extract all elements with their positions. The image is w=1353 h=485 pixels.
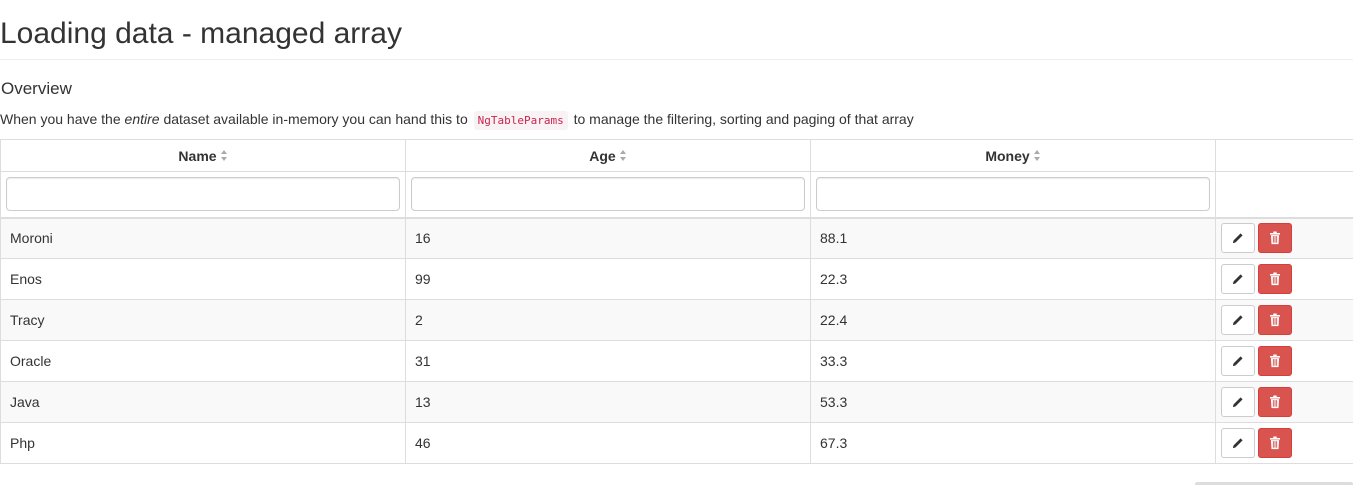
table-row: Moroni 16 88.1 [0,217,1353,259]
cell-name: Enos [0,258,406,300]
data-table: Name Age Money Moroni 16 88.1 Enos 99 22.3 Tra… [0,139,1353,464]
age-filter-input[interactable] [411,177,805,212]
filter-cell-name [0,171,406,219]
delete-button[interactable] [1258,223,1292,254]
table-row: Tracy 2 22.4 [0,299,1353,341]
column-header-label: Age [589,147,616,164]
filter-row [0,171,1353,219]
description: When you have the entire dataset availab… [0,108,914,132]
filter-cell-actions [1215,171,1353,219]
page-title: Loading data - managed array [0,17,402,50]
cell-age: 31 [405,340,811,382]
edit-button[interactable] [1221,223,1255,254]
cell-money: 22.4 [810,299,1216,341]
column-header-money[interactable]: Money [810,139,1216,172]
delete-button[interactable] [1258,346,1292,376]
money-filter-input[interactable] [816,177,1210,212]
cell-money: 67.3 [810,422,1216,464]
edit-button[interactable] [1221,387,1255,417]
cell-name: Moroni [0,217,406,259]
edit-button[interactable] [1221,264,1255,294]
title-divider [0,59,1353,60]
filter-cell-age [405,171,811,219]
delete-button[interactable] [1258,387,1292,417]
cell-name: Java [0,381,406,423]
ngtableparams-code: NgTableParams [473,111,568,130]
sort-icon [1033,150,1041,162]
table-row: Php 46 67.3 [0,422,1353,464]
cell-money: 53.3 [810,381,1216,423]
cell-name: Oracle [0,340,406,382]
cell-money: 33.3 [810,340,1216,382]
table-row: Java 13 53.3 [0,381,1353,423]
column-header-actions [1215,139,1353,172]
column-header-age[interactable]: Age [405,139,811,172]
cell-age: 46 [405,422,811,464]
edit-button[interactable] [1221,305,1255,335]
description-text-2: dataset available in-memory you can hand… [159,111,472,127]
description-text-3: to manage the filtering, sorting and pag… [569,111,914,127]
section-title: Overview [1,79,72,98]
table-body: Moroni 16 88.1 Enos 99 22.3 Tracy 2 22.4 Oracle 31… [0,217,1353,464]
cell-actions [1215,258,1353,300]
edit-button[interactable] [1221,428,1255,458]
filter-cell-money [810,171,1216,219]
table-row: Oracle 31 33.3 [0,340,1353,382]
cell-name: Tracy [0,299,406,341]
table-row: Enos 99 22.3 [0,258,1353,300]
cell-actions [1215,299,1353,341]
cell-age: 16 [405,217,811,259]
description-emphasis: entire [124,111,160,127]
delete-button[interactable] [1258,428,1292,458]
cell-age: 2 [405,299,811,341]
cell-money: 22.3 [810,258,1216,300]
table-header-row: Name Age Money [0,139,1353,172]
sort-icon [619,150,627,162]
cell-actions [1215,381,1353,423]
cell-age: 13 [405,381,811,423]
cell-money: 88.1 [810,217,1216,259]
name-filter-input[interactable] [6,177,400,212]
cell-age: 99 [405,258,811,300]
description-text-1: When you have the [0,111,125,127]
edit-button[interactable] [1221,346,1255,376]
column-header-name[interactable]: Name [0,139,406,172]
column-header-label: Money [985,147,1030,164]
column-header-label: Name [178,147,217,164]
delete-button[interactable] [1258,264,1292,294]
cell-actions [1215,340,1353,382]
delete-button[interactable] [1258,305,1292,335]
cell-actions [1215,422,1353,464]
sort-icon [220,150,228,162]
cell-name: Php [0,422,406,464]
cell-actions [1215,217,1353,259]
